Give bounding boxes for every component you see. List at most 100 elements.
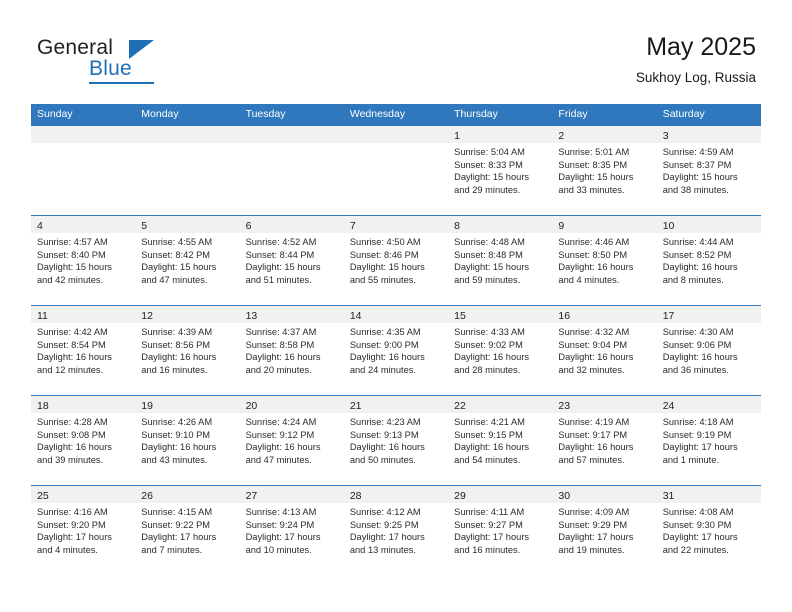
- weekday-header-friday: Friday: [558, 108, 588, 120]
- day-detail-line: Sunrise: 4:48 AM: [454, 237, 525, 247]
- day-number: 25: [37, 490, 49, 502]
- day-detail-line: Sunset: 8:58 PM: [245, 339, 315, 350]
- day-detail-line: Sunrise: 4:35 AM: [349, 327, 421, 337]
- calendar-day-cell[interactable]: 19 Sunrise: 4:26 AM Sunset: 9:10 PM Dayligh…: [135, 396, 240, 485]
- day-detail-line: Sunset: 9:20 PM: [37, 519, 106, 530]
- day-detail-line: Sunrise: 4:16 AM: [37, 507, 108, 517]
- calendar-day-cell[interactable]: 5 Sunrise: 4:55 AM Sunset: 8:42 PM Daylight…: [135, 216, 240, 305]
- day-detail-line: Sunset: 8:40 PM: [37, 249, 106, 260]
- calendar-day-cell[interactable]: 1 Sunrise: 5:04 AM Sunset: 8:33 PM Daylight…: [448, 126, 553, 215]
- day-detail-line: and 38 minutes.: [662, 184, 729, 195]
- calendar-day-cell[interactable]: 23 Sunrise: 4:19 AM Sunset: 9:17 PM Dayligh…: [552, 396, 657, 485]
- calendar-day-cell[interactable]: 3 Sunrise: 4:59 AM Sunset: 8:37 PM Daylight…: [656, 126, 761, 215]
- calendar-day-cell[interactable]: 10 Sunrise: 4:44 AM Sunset: 8:52 PM Dayligh…: [656, 216, 761, 305]
- day-detail-line: and 4 minutes.: [37, 544, 98, 555]
- calendar-day-cell[interactable]: 30 Sunrise: 4:09 AM Sunset: 9:29 PM Dayligh…: [552, 486, 657, 574]
- calendar-day-cell[interactable]: 15 Sunrise: 4:33 AM Sunset: 9:02 PM Dayligh…: [448, 306, 553, 395]
- day-detail-line: Daylight: 16 hours: [558, 352, 634, 363]
- day-detail-text: Sunrise: 4:55 AM Sunset: 8:42 PM Daylight:…: [135, 233, 239, 286]
- day-detail-line: Sunset: 9:13 PM: [349, 429, 419, 440]
- calendar-day-cell[interactable]: 2 Sunrise: 5:01 AM Sunset: 8:35 PM Daylight…: [552, 126, 657, 215]
- day-detail-line: Sunset: 9:10 PM: [141, 429, 211, 440]
- day-detail-text: [240, 143, 344, 146]
- day-number: 6: [245, 220, 252, 232]
- day-number-band: 3: [656, 126, 761, 143]
- calendar-day-cell[interactable]: 7 Sunrise: 4:50 AM Sunset: 8:46 PM Daylight…: [343, 216, 449, 305]
- calendar-day-cell[interactable]: 22 Sunrise: 4:21 AM Sunset: 9:15 PM Dayligh…: [448, 396, 553, 485]
- calendar-day-cell[interactable]: 14 Sunrise: 4:35 AM Sunset: 9:00 PM Dayligh…: [343, 306, 449, 395]
- calendar-day-cell[interactable]: 20 Sunrise: 4:24 AM Sunset: 9:12 PM Dayligh…: [239, 396, 344, 485]
- day-detail-line: Sunrise: 4:08 AM: [662, 507, 734, 517]
- day-number: 8: [454, 220, 460, 232]
- day-number: 10: [662, 220, 675, 232]
- day-number: 18: [37, 400, 49, 412]
- calendar-day-cell[interactable]: 9 Sunrise: 4:46 AM Sunset: 8:50 PM Daylight…: [552, 216, 657, 305]
- day-number-band: 29: [448, 486, 553, 503]
- calendar-day-cell[interactable]: 26 Sunrise: 4:15 AM Sunset: 9:22 PM Dayligh…: [135, 486, 240, 574]
- day-detail-line: Daylight: 15 hours: [37, 262, 112, 273]
- calendar-day-cell[interactable]: 4 Sunrise: 4:57 AM Sunset: 8:40 PM Daylight…: [31, 216, 136, 305]
- day-detail-text: [31, 143, 135, 146]
- day-detail-line: Daylight: 16 hours: [141, 352, 217, 363]
- day-number-band: 23: [552, 396, 657, 413]
- day-detail-line: Sunrise: 4:59 AM: [662, 147, 734, 157]
- day-detail-text: Sunrise: 4:37 AM Sunset: 8:58 PM Daylight:…: [240, 323, 344, 376]
- day-detail-line: and 16 minutes.: [141, 364, 208, 375]
- day-detail-line: Sunrise: 4:28 AM: [37, 417, 108, 427]
- day-number-band: 22: [448, 396, 553, 413]
- calendar-day-cell[interactable]: 27 Sunrise: 4:13 AM Sunset: 9:24 PM Dayligh…: [239, 486, 344, 574]
- day-detail-line: Sunset: 9:22 PM: [141, 519, 211, 530]
- day-detail-line: Daylight: 15 hours: [662, 172, 738, 183]
- calendar-day-cell[interactable]: 21 Sunrise: 4:23 AM Sunset: 9:13 PM Dayligh…: [343, 396, 449, 485]
- day-detail-line: Daylight: 17 hours: [454, 532, 530, 543]
- calendar-week-row: 4 Sunrise: 4:57 AM Sunset: 8:40 PM Daylight…: [31, 215, 761, 305]
- day-detail-line: Sunrise: 5:01 AM: [558, 147, 630, 157]
- calendar-day-cell[interactable]: 17 Sunrise: 4:30 AM Sunset: 9:06 PM Dayligh…: [656, 306, 761, 395]
- day-detail-line: Sunrise: 4:42 AM: [37, 327, 108, 337]
- weekday-header-row: Sunday Monday Tuesday Wednesday Thursday Frid…: [31, 104, 761, 125]
- day-detail-text: Sunrise: 4:46 AM Sunset: 8:50 PM Daylight:…: [552, 233, 656, 286]
- day-number: 28: [349, 490, 362, 502]
- calendar-day-cell[interactable]: 11 Sunrise: 4:42 AM Sunset: 8:54 PM Dayligh…: [31, 306, 136, 395]
- day-detail-line: Sunrise: 5:04 AM: [454, 147, 525, 157]
- day-number: 5: [141, 220, 148, 232]
- day-detail-text: Sunrise: 4:24 AM Sunset: 9:12 PM Daylight:…: [240, 413, 344, 466]
- calendar-day-cell[interactable]: 13 Sunrise: 4:37 AM Sunset: 8:58 PM Dayligh…: [239, 306, 344, 395]
- day-detail-line: Sunset: 9:00 PM: [349, 339, 419, 350]
- day-detail-text: Sunrise: 5:04 AM Sunset: 8:33 PM Daylight:…: [448, 143, 552, 196]
- day-number-band: 18: [31, 396, 136, 413]
- calendar-day-cell[interactable]: 28 Sunrise: 4:12 AM Sunset: 9:25 PM Dayligh…: [343, 486, 449, 574]
- calendar-day-cell[interactable]: 6 Sunrise: 4:52 AM Sunset: 8:44 PM Daylight…: [239, 216, 344, 305]
- day-number-band: [31, 126, 136, 143]
- calendar-day-cell[interactable]: 31 Sunrise: 4:08 AM Sunset: 9:30 PM Dayligh…: [656, 486, 761, 574]
- calendar-day-cell[interactable]: 29 Sunrise: 4:11 AM Sunset: 9:27 PM Dayligh…: [448, 486, 553, 574]
- calendar-day-cell[interactable]: 24 Sunrise: 4:18 AM Sunset: 9:19 PM Dayligh…: [656, 396, 761, 485]
- day-detail-line: Daylight: 16 hours: [245, 442, 321, 453]
- day-number: 7: [349, 220, 356, 232]
- day-detail-line: Daylight: 15 hours: [454, 172, 530, 183]
- day-detail-line: Sunset: 9:29 PM: [558, 519, 628, 530]
- calendar-day-cell[interactable]: 18 Sunrise: 4:28 AM Sunset: 9:08 PM Dayligh…: [31, 396, 136, 485]
- day-number-band: 28: [343, 486, 449, 503]
- day-detail-line: Sunrise: 4:19 AM: [558, 417, 630, 427]
- calendar-day-cell[interactable]: 8 Sunrise: 4:48 AM Sunset: 8:48 PM Daylight…: [448, 216, 553, 305]
- day-number-band: 4: [31, 216, 136, 233]
- day-detail-line: and 12 minutes.: [37, 364, 104, 375]
- day-number: 27: [245, 490, 258, 502]
- day-detail-line: Sunset: 8:50 PM: [558, 249, 628, 260]
- day-detail-line: Daylight: 16 hours: [141, 442, 217, 453]
- day-number-band: 31: [656, 486, 761, 503]
- day-number: 2: [558, 130, 565, 142]
- day-number: 21: [349, 400, 362, 412]
- page-subtitle: Sukhoy Log, Russia: [635, 70, 756, 85]
- day-number-band: 6: [239, 216, 344, 233]
- day-number-band: 15: [448, 306, 553, 323]
- day-detail-line: Daylight: 17 hours: [37, 532, 112, 543]
- day-detail-line: and 20 minutes.: [245, 364, 312, 375]
- calendar-day-cell[interactable]: 16 Sunrise: 4:32 AM Sunset: 9:04 PM Dayligh…: [552, 306, 657, 395]
- day-number-band: 25: [31, 486, 136, 503]
- day-detail-text: Sunrise: 4:50 AM Sunset: 8:46 PM Daylight:…: [344, 233, 448, 286]
- calendar-day-cell[interactable]: 12 Sunrise: 4:39 AM Sunset: 8:56 PM Dayligh…: [135, 306, 240, 395]
- day-number: 29: [454, 490, 466, 502]
- calendar-day-cell[interactable]: 25 Sunrise: 4:16 AM Sunset: 9:20 PM Dayligh…: [31, 486, 136, 574]
